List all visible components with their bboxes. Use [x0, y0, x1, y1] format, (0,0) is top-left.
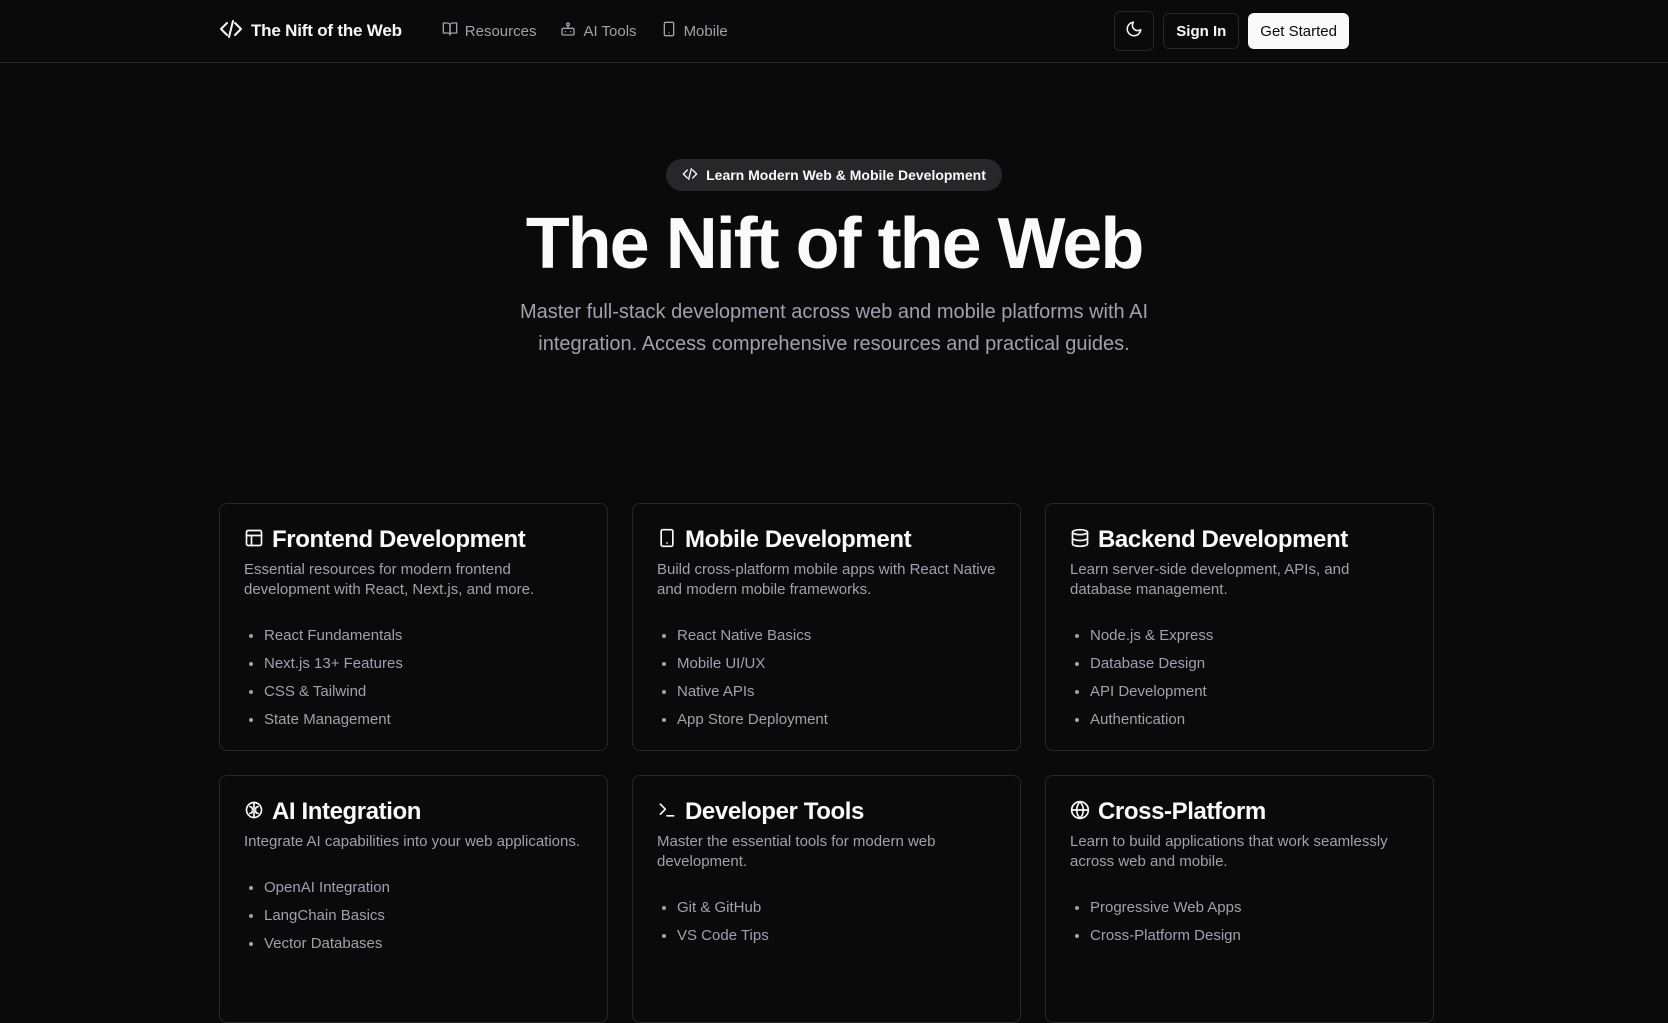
hero-badge-label: Learn Modern Web & Mobile Development [706, 167, 986, 183]
brand-name: The Nift of the Web [251, 21, 402, 40]
card-header: Cross-Platform [1070, 798, 1409, 826]
moon-icon [1125, 20, 1143, 43]
card-title: Mobile Development [685, 526, 912, 553]
nav-item-label: Resources [464, 22, 537, 40]
list-item: OpenAI Integration [264, 874, 583, 902]
card-title: Backend Development [1098, 526, 1348, 553]
card-frontend-development[interactable]: Frontend Development Essential resources… [219, 503, 608, 751]
card-header: Frontend Development [244, 526, 583, 554]
list-item: Progressive Web Apps [1090, 894, 1409, 922]
top-header: The Nift of the Web Resources AI Tools M… [0, 0, 1668, 63]
list-item: Node.js & Express [1090, 622, 1409, 650]
smartphone-icon [661, 21, 677, 41]
code-icon [219, 17, 243, 46]
card-description: Build cross-platform mobile apps with Re… [657, 561, 996, 598]
smartphone-icon [657, 528, 677, 553]
code-icon [682, 166, 698, 185]
list-item: Authentication [1090, 706, 1409, 734]
card-mobile-development[interactable]: Mobile Development Build cross-platform … [632, 503, 1021, 751]
nav-item-label: Mobile [683, 22, 728, 40]
card-list: Node.js & Express Database Design API De… [1070, 622, 1409, 734]
card-header: Developer Tools [657, 798, 996, 826]
card-list: Git & GitHub VS Code Tips [657, 894, 996, 950]
main-nav: Resources AI Tools Mobile [442, 21, 728, 41]
globe-icon [1070, 800, 1090, 825]
terminal-icon [657, 800, 677, 825]
card-title: Developer Tools [685, 798, 864, 825]
list-item: CSS & Tailwind [264, 678, 583, 706]
get-started-button[interactable]: Get Started [1248, 13, 1349, 49]
list-item: App Store Deployment [677, 706, 996, 734]
list-item: React Fundamentals [264, 622, 583, 650]
list-item: Database Design [1090, 650, 1409, 678]
list-item: Mobile UI/UX [677, 650, 996, 678]
card-description: Integrate AI capabilities into your web … [244, 833, 581, 850]
header-right: Sign In Get Started [1114, 11, 1349, 51]
card-title: AI Integration [272, 798, 422, 825]
card-title: Frontend Development [272, 526, 526, 553]
list-item: Cross-Platform Design [1090, 922, 1409, 950]
book-icon [442, 21, 458, 41]
card-description: Master the essential tools for modern we… [657, 833, 936, 870]
hero-title: The Nift of the Web [525, 204, 1145, 284]
list-item: React Native Basics [677, 622, 996, 650]
list-item: Vector Databases [264, 930, 583, 958]
card-backend-development[interactable]: Backend Development Learn server-side de… [1045, 503, 1434, 751]
sign-in-button[interactable]: Sign In [1163, 13, 1240, 49]
nav-item-ai-tools[interactable]: AI Tools [560, 21, 637, 41]
list-item: State Management [264, 706, 583, 734]
nav-item-label: AI Tools [583, 22, 637, 40]
hero-subtitle: Master full-stack development across web… [519, 301, 1149, 356]
card-header: Backend Development [1070, 526, 1409, 554]
list-item: Git & GitHub [677, 894, 996, 922]
card-description: Essential resources for modern frontend … [244, 561, 535, 598]
list-item: VS Code Tips [677, 922, 996, 950]
brain-icon [244, 800, 264, 825]
card-developer-tools[interactable]: Developer Tools Master the essential too… [632, 775, 1021, 1023]
card-list: OpenAI Integration LangChain Basics Vect… [244, 874, 583, 958]
resource-grid: Frontend Development Essential resources… [219, 503, 1434, 1023]
card-list: React Native Basics Mobile UI/UX Native … [657, 622, 996, 734]
card-list: React Fundamentals Next.js 13+ Features … [244, 622, 583, 734]
hero-badge: Learn Modern Web & Mobile Development [666, 159, 1002, 191]
header-left: The Nift of the Web Resources AI Tools M… [219, 17, 728, 46]
list-item: Next.js 13+ Features [264, 650, 583, 678]
theme-toggle-button[interactable] [1114, 11, 1155, 51]
layout-icon [244, 528, 264, 553]
card-cross-platform[interactable]: Cross-Platform Learn to build applicatio… [1045, 775, 1434, 1023]
card-ai-integration[interactable]: AI Integration Integrate AI capabilities… [219, 775, 608, 1023]
brand-link[interactable]: The Nift of the Web [219, 17, 402, 46]
list-item: Native APIs [677, 678, 996, 706]
list-item: API Development [1090, 678, 1409, 706]
list-item: LangChain Basics [264, 902, 583, 930]
card-list: Progressive Web Apps Cross-Platform Desi… [1070, 894, 1409, 950]
card-header: Mobile Development [657, 526, 996, 554]
card-description: Learn server-side development, APIs, and… [1070, 561, 1350, 598]
card-title: Cross-Platform [1098, 798, 1266, 825]
nav-item-mobile[interactable]: Mobile [661, 21, 728, 41]
card-header: AI Integration [244, 798, 583, 826]
nav-item-resources[interactable]: Resources [442, 21, 537, 41]
hero-section: Learn Modern Web & Mobile Development Th… [0, 63, 1668, 360]
database-icon [1070, 528, 1090, 553]
bot-icon [560, 21, 576, 41]
card-description: Learn to build applications that work se… [1070, 833, 1388, 870]
